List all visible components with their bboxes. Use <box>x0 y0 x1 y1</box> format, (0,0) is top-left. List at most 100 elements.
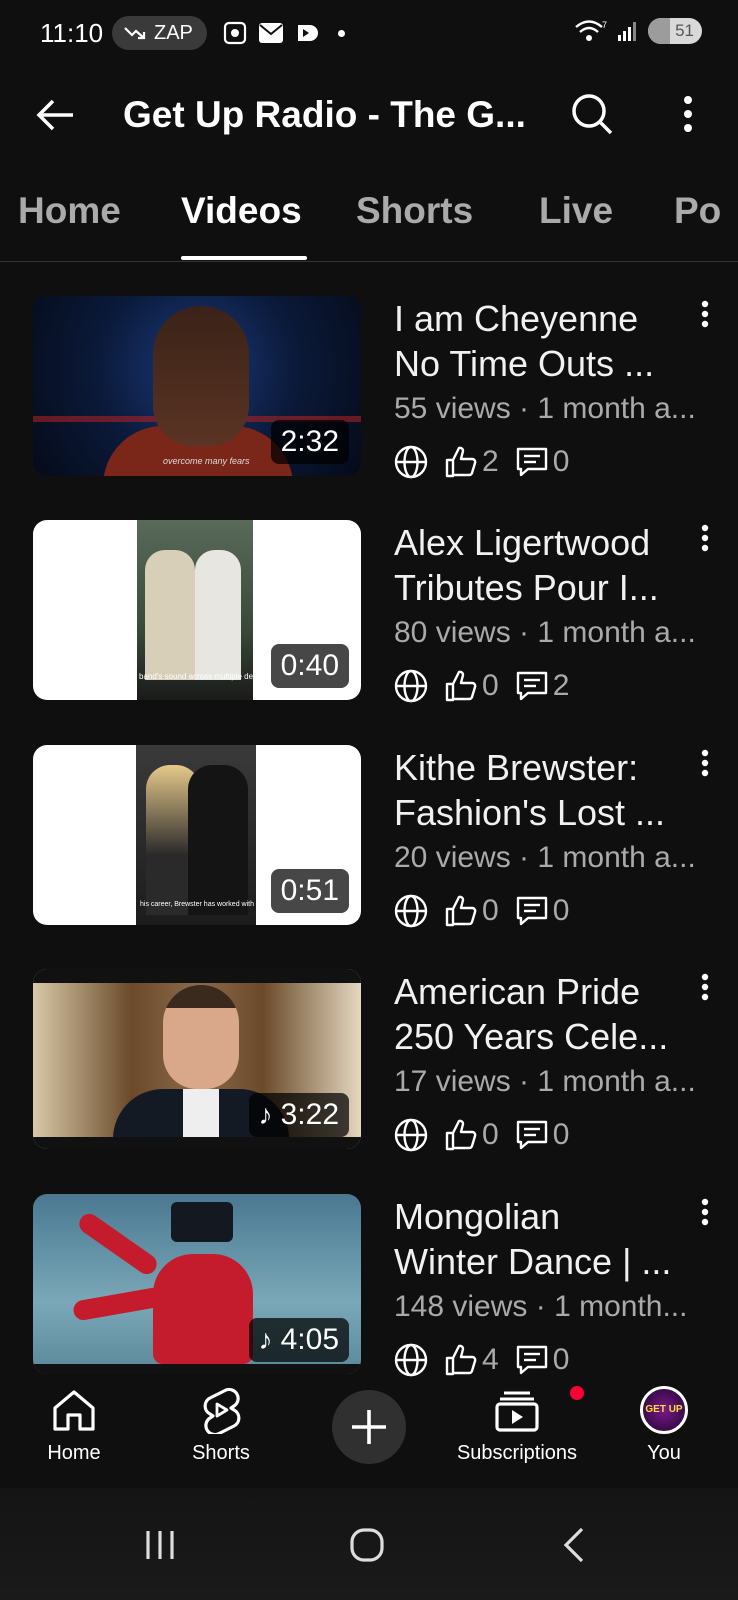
globe-icon <box>394 894 428 928</box>
chevron-left-icon <box>563 1527 584 1563</box>
video-stats: 0 0 <box>394 1117 585 1153</box>
nav-subscriptions[interactable]: Subscriptions <box>452 1378 586 1465</box>
tab-videos[interactable]: Videos <box>181 190 302 232</box>
video-title[interactable]: American Pride 250 Years Cele... <box>394 969 694 1059</box>
home-circle-icon <box>350 1528 384 1562</box>
video-thumbnail[interactable]: overcome many fears 2:32 <box>33 296 361 476</box>
video-stats: 0 0 <box>394 893 585 929</box>
nav-subscriptions-label: Subscriptions <box>456 1442 578 1464</box>
battery-level: 51 <box>675 21 694 40</box>
more-vert-icon <box>701 1198 709 1226</box>
thumbnail-caption: his career, Brewster has worked with <box>140 901 254 908</box>
home-system-button[interactable] <box>337 1518 397 1572</box>
svg-text:7: 7 <box>602 20 607 30</box>
nav-you[interactable]: GET UP You <box>636 1378 692 1465</box>
thumbs-up-icon <box>445 1119 477 1151</box>
subscriptions-notification-dot <box>568 1384 586 1402</box>
video-item[interactable]: band's sound across multiple decades. 0:… <box>0 520 738 704</box>
duration-badge: 0:40 <box>270 644 349 688</box>
search-icon <box>572 94 613 135</box>
music-note-icon: ♪ <box>258 1324 273 1355</box>
duration-badge: ♪ 4:05 <box>248 1318 349 1362</box>
thumbs-up-icon <box>445 895 477 927</box>
nav-you-label: You <box>647 1442 681 1464</box>
video-meta: 20 views · 1 month a... <box>394 841 696 874</box>
tab-live[interactable]: Live <box>539 190 613 232</box>
video-meta: 17 views · 1 month a... <box>394 1065 696 1098</box>
more-options-button[interactable] <box>666 88 710 140</box>
screenshot-icon <box>223 21 247 45</box>
video-stats: 0 2 <box>394 668 585 704</box>
comment-icon <box>516 1345 547 1375</box>
video-stats: 2 0 <box>394 444 585 480</box>
back-system-button[interactable] <box>544 1518 604 1572</box>
video-more-button[interactable] <box>690 973 720 1013</box>
video-meta: 55 views · 1 month a... <box>394 392 696 425</box>
video-item[interactable]: his career, Brewster has worked with 0:5… <box>0 745 738 929</box>
thumbnail-caption: overcome many fears <box>163 456 250 466</box>
more-vert-icon <box>684 96 692 132</box>
video-stats: 4 0 <box>394 1342 585 1378</box>
zap-pill: ZAP <box>112 16 207 50</box>
like-count: 0 <box>482 894 499 927</box>
video-title[interactable]: Alex Ligertwood Tributes Pour I... <box>394 520 694 610</box>
search-button[interactable] <box>566 88 618 140</box>
back-button[interactable] <box>30 90 80 140</box>
recent-apps-button[interactable] <box>130 1518 190 1572</box>
video-thumbnail[interactable]: band's sound across multiple decades. 0:… <box>33 520 361 700</box>
comment-count: 0 <box>552 894 570 927</box>
nav-shorts-label: Shorts <box>192 1442 250 1464</box>
video-more-button[interactable] <box>690 524 720 564</box>
create-button[interactable] <box>332 1390 406 1464</box>
duration-badge: 2:32 <box>270 420 349 464</box>
tab-home[interactable]: Home <box>18 190 121 232</box>
like-count: 0 <box>482 669 499 702</box>
comment-count: 0 <box>552 1343 570 1376</box>
comment-icon <box>516 1120 547 1150</box>
nav-home[interactable]: Home <box>40 1378 108 1465</box>
shorts-icon <box>203 1387 241 1434</box>
zap-label: ZAP <box>154 21 193 44</box>
video-meta: 80 views · 1 month a... <box>394 616 696 649</box>
home-icon <box>53 1390 95 1431</box>
notification-icons <box>222 20 345 46</box>
system-navigation-bar <box>0 1488 738 1600</box>
arrow-left-icon <box>36 99 73 131</box>
video-title[interactable]: Mongolian Winter Dance | ... <box>394 1194 694 1284</box>
like-count: 4 <box>482 1343 499 1376</box>
recent-apps-icon <box>146 1531 174 1559</box>
video-more-button[interactable] <box>690 300 720 340</box>
signal-icon <box>618 22 636 41</box>
comment-icon <box>516 447 547 477</box>
video-item[interactable]: ♪ 3:22 American Pride 250 Years Cele... 17… <box>0 969 738 1153</box>
status-bar: 11:10 ZAP 7 51 <box>0 0 738 68</box>
video-item[interactable]: ♪ 4:05 Mongolian Winter Dance | ... 148 vi… <box>0 1194 738 1378</box>
nav-shorts[interactable]: Shorts <box>186 1378 256 1465</box>
tab-posts[interactable]: Po <box>674 190 721 232</box>
wifi-icon: 7 <box>575 20 607 41</box>
duration-badge: ♪ 3:22 <box>248 1093 349 1137</box>
video-thumbnail[interactable]: ♪ 3:22 <box>33 969 361 1149</box>
comment-count: 0 <box>552 445 570 478</box>
comment-icon <box>516 671 547 701</box>
video-thumbnail[interactable]: his career, Brewster has worked with 0:5… <box>33 745 361 925</box>
bottom-navigation: Home Shorts Subscriptions GET UP You <box>0 1378 738 1488</box>
mail-icon <box>259 23 283 43</box>
video-more-button[interactable] <box>690 1198 720 1238</box>
duration-badge: 0:51 <box>270 869 349 913</box>
active-tab-indicator <box>181 256 307 260</box>
video-item[interactable]: overcome many fears 2:32 I am Cheyenne No… <box>0 296 738 480</box>
video-title[interactable]: I am Cheyenne No Time Outs ... <box>394 296 694 386</box>
video-title[interactable]: Kithe Brewster: Fashion's Lost ... <box>394 745 694 835</box>
subscriptions-icon <box>495 1391 539 1432</box>
globe-icon <box>394 445 428 479</box>
more-vert-icon <box>701 973 709 1001</box>
play-badge-icon <box>298 25 318 41</box>
more-vert-icon <box>701 524 709 552</box>
tab-shorts[interactable]: Shorts <box>356 190 473 232</box>
globe-icon <box>394 669 428 703</box>
music-note-icon: ♪ <box>258 1099 273 1130</box>
video-more-button[interactable] <box>690 749 720 789</box>
video-thumbnail[interactable]: ♪ 4:05 <box>33 1194 361 1374</box>
globe-icon <box>394 1343 428 1377</box>
